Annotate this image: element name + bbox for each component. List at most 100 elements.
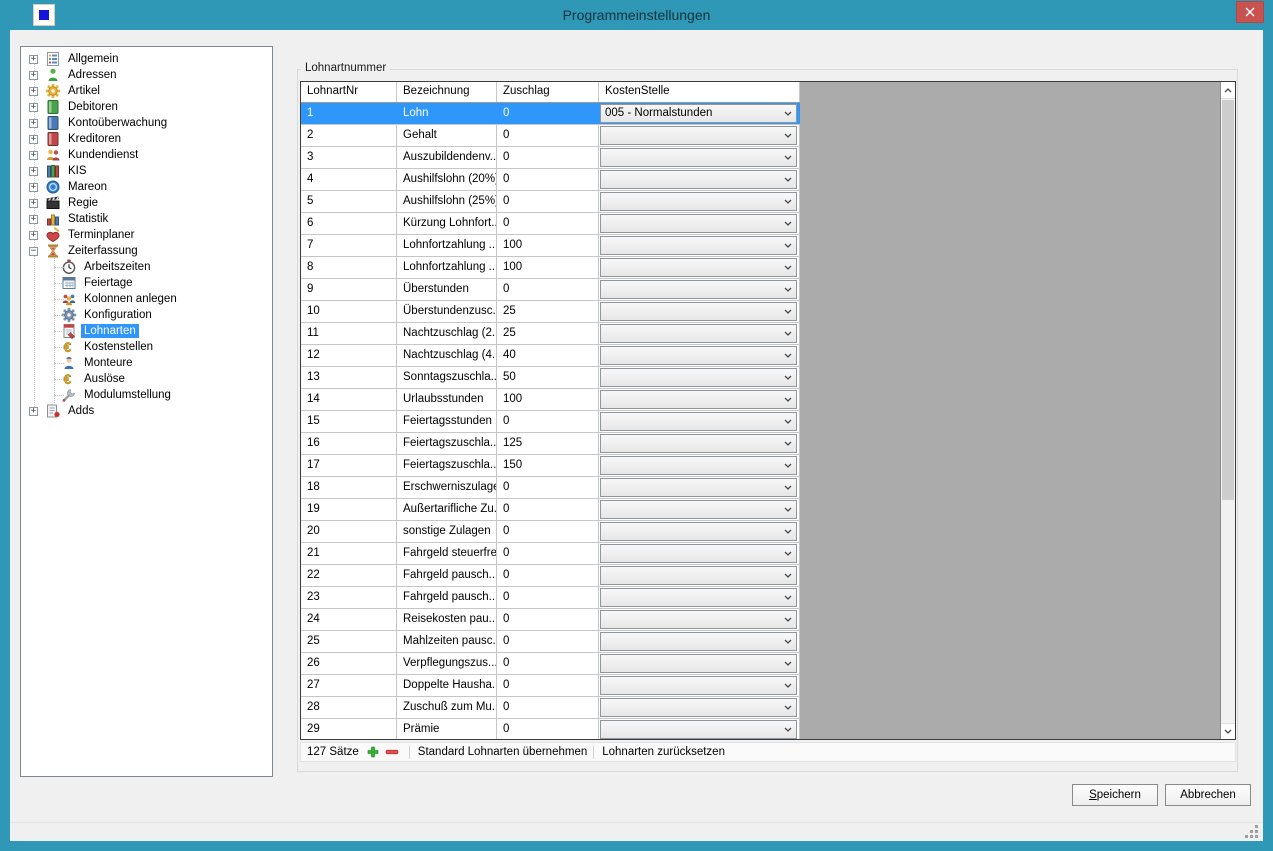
sidebar-item-konfiguration[interactable]: Konfiguration <box>21 307 272 323</box>
bezeichnung-cell[interactable]: Überstundenzusc... <box>397 301 497 322</box>
bezeichnung-cell[interactable]: Aushilfslohn (25%) <box>397 191 497 212</box>
lohnartnr-cell[interactable]: 24 <box>301 609 397 630</box>
lohnartnr-cell[interactable]: 17 <box>301 455 397 476</box>
bezeichnung-cell[interactable]: Lohnfortzahlung ... <box>397 257 497 278</box>
kostenstelle-dropdown[interactable] <box>600 456 797 475</box>
zuschlag-cell[interactable]: 0 <box>497 675 599 696</box>
table-row-9[interactable]: 9Überstunden0 <box>301 279 800 301</box>
zuschlag-cell[interactable]: 0 <box>497 653 599 674</box>
zuschlag-cell[interactable]: 0 <box>497 191 599 212</box>
table-row-12[interactable]: 12Nachtzuschlag (4...40 <box>301 345 800 367</box>
sidebar-item-adds[interactable]: +Adds <box>21 403 272 419</box>
bezeichnung-cell[interactable]: Reisekosten pau... <box>397 609 497 630</box>
expand-icon[interactable]: + <box>29 87 38 96</box>
sidebar-item-regie[interactable]: +Regie <box>21 195 272 211</box>
sidebar-item-zeiterfassung[interactable]: −Zeiterfassung <box>21 243 272 259</box>
sidebar-item-kolonnen-anlegen[interactable]: Kolonnen anlegen <box>21 291 272 307</box>
scrollbar-thumb[interactable] <box>1222 100 1234 500</box>
bezeichnung-cell[interactable]: Verpflegungszus... <box>397 653 497 674</box>
kostenstelle-dropdown[interactable] <box>600 588 797 607</box>
zuschlag-cell[interactable]: 0 <box>497 147 599 168</box>
scroll-down-button[interactable] <box>1221 723 1235 739</box>
zuschlag-cell[interactable]: 100 <box>497 257 599 278</box>
lohnartnr-cell[interactable]: 27 <box>301 675 397 696</box>
expand-icon[interactable]: + <box>29 55 38 64</box>
bezeichnung-cell[interactable]: sonstige Zulagen <box>397 521 497 542</box>
column-header-bezeichnung[interactable]: Bezeichnung <box>397 82 497 102</box>
expand-icon[interactable]: + <box>29 71 38 80</box>
bezeichnung-cell[interactable]: Fahrgeld steuerfrei <box>397 543 497 564</box>
kostenstelle-dropdown[interactable] <box>600 720 797 739</box>
sidebar-item-feiertage[interactable]: Feiertage <box>21 275 272 291</box>
kostenstelle-dropdown[interactable] <box>600 412 797 431</box>
bezeichnung-cell[interactable]: Prämie <box>397 719 497 739</box>
bezeichnung-cell[interactable]: Kürzung Lohnfort... <box>397 213 497 234</box>
bezeichnung-cell[interactable]: Überstunden <box>397 279 497 300</box>
table-row-10[interactable]: 10Überstundenzusc...25 <box>301 301 800 323</box>
sidebar-item-adressen[interactable]: +Adressen <box>21 67 272 83</box>
lohnartnr-cell[interactable]: 5 <box>301 191 397 212</box>
lohnartnr-cell[interactable]: 18 <box>301 477 397 498</box>
table-row-16[interactable]: 16Feiertagszuschla...125 <box>301 433 800 455</box>
zuschlag-cell[interactable]: 0 <box>497 609 599 630</box>
table-row-14[interactable]: 14Urlaubsstunden100 <box>301 389 800 411</box>
sidebar-item-debitoren[interactable]: +Debitoren <box>21 99 272 115</box>
zuschlag-cell[interactable]: 25 <box>497 323 599 344</box>
column-header-lohnartnr[interactable]: LohnartNr <box>301 82 397 102</box>
zuschlag-cell[interactable]: 0 <box>497 697 599 718</box>
column-header-zuschlag[interactable]: Zuschlag <box>497 82 599 102</box>
bezeichnung-cell[interactable]: Nachtzuschlag (4... <box>397 345 497 366</box>
bezeichnung-cell[interactable]: Aushilfslohn (20%) <box>397 169 497 190</box>
kostenstelle-dropdown[interactable] <box>600 280 797 299</box>
kostenstelle-dropdown[interactable] <box>600 566 797 585</box>
lohnartnr-cell[interactable]: 25 <box>301 631 397 652</box>
sidebar-item-kis[interactable]: +KIS <box>21 163 272 179</box>
zuschlag-cell[interactable]: 40 <box>497 345 599 366</box>
table-row-17[interactable]: 17Feiertagszuschla...150 <box>301 455 800 477</box>
kostenstelle-dropdown[interactable] <box>600 258 797 277</box>
bezeichnung-cell[interactable]: Feiertagszuschla... <box>397 455 497 476</box>
expand-icon[interactable]: + <box>29 407 38 416</box>
lohnartnr-cell[interactable]: 7 <box>301 235 397 256</box>
lohnartnr-cell[interactable]: 3 <box>301 147 397 168</box>
bezeichnung-cell[interactable]: Feiertagszuschla... <box>397 433 497 454</box>
zuschlag-cell[interactable]: 0 <box>497 587 599 608</box>
table-row-6[interactable]: 6Kürzung Lohnfort...0 <box>301 213 800 235</box>
close-button[interactable] <box>1236 1 1264 23</box>
sidebar-item-lohnarten[interactable]: Lohnarten <box>21 323 272 339</box>
lohnartnr-cell[interactable]: 11 <box>301 323 397 344</box>
lohnartnr-cell[interactable]: 2 <box>301 125 397 146</box>
kostenstelle-dropdown[interactable] <box>600 170 797 189</box>
zuschlag-cell[interactable]: 150 <box>497 455 599 476</box>
table-row-19[interactable]: 19Außertarifliche Zu...0 <box>301 499 800 521</box>
bezeichnung-cell[interactable]: Sonntagszuschla... <box>397 367 497 388</box>
lohnartnr-cell[interactable]: 15 <box>301 411 397 432</box>
lohnarten-reset-button[interactable]: Lohnarten zurücksetzen <box>602 746 725 758</box>
table-row-4[interactable]: 4Aushilfslohn (20%)0 <box>301 169 800 191</box>
kostenstelle-dropdown[interactable] <box>600 214 797 233</box>
zuschlag-cell[interactable]: 0 <box>497 125 599 146</box>
zuschlag-cell[interactable]: 100 <box>497 235 599 256</box>
lohnartnr-cell[interactable]: 8 <box>301 257 397 278</box>
kostenstelle-dropdown[interactable] <box>600 324 797 343</box>
table-row-23[interactable]: 23Fahrgeld pausch...0 <box>301 587 800 609</box>
sidebar-item-modulumstellung[interactable]: Modulumstellung <box>21 387 272 403</box>
table-row-21[interactable]: 21Fahrgeld steuerfrei0 <box>301 543 800 565</box>
zuschlag-cell[interactable]: 25 <box>497 301 599 322</box>
bezeichnung-cell[interactable]: Doppelte Hausha... <box>397 675 497 696</box>
titlebar[interactable]: Programmeinstellungen <box>0 0 1273 30</box>
bezeichnung-cell[interactable]: Urlaubsstunden <box>397 389 497 410</box>
zuschlag-cell[interactable]: 0 <box>497 565 599 586</box>
zuschlag-cell[interactable]: 0 <box>497 499 599 520</box>
table-row-22[interactable]: 22Fahrgeld pausch...0 <box>301 565 800 587</box>
bezeichnung-cell[interactable]: Lohnfortzahlung ... <box>397 235 497 256</box>
zuschlag-cell[interactable]: 0 <box>497 477 599 498</box>
lohnartnr-cell[interactable]: 16 <box>301 433 397 454</box>
kostenstelle-dropdown[interactable] <box>600 544 797 563</box>
zuschlag-cell[interactable]: 0 <box>497 279 599 300</box>
table-row-24[interactable]: 24Reisekosten pau...0 <box>301 609 800 631</box>
kostenstelle-dropdown[interactable] <box>600 500 797 519</box>
kostenstelle-dropdown[interactable] <box>600 610 797 629</box>
table-row-2[interactable]: 2Gehalt0 <box>301 125 800 147</box>
bezeichnung-cell[interactable]: Lohn <box>397 103 497 124</box>
